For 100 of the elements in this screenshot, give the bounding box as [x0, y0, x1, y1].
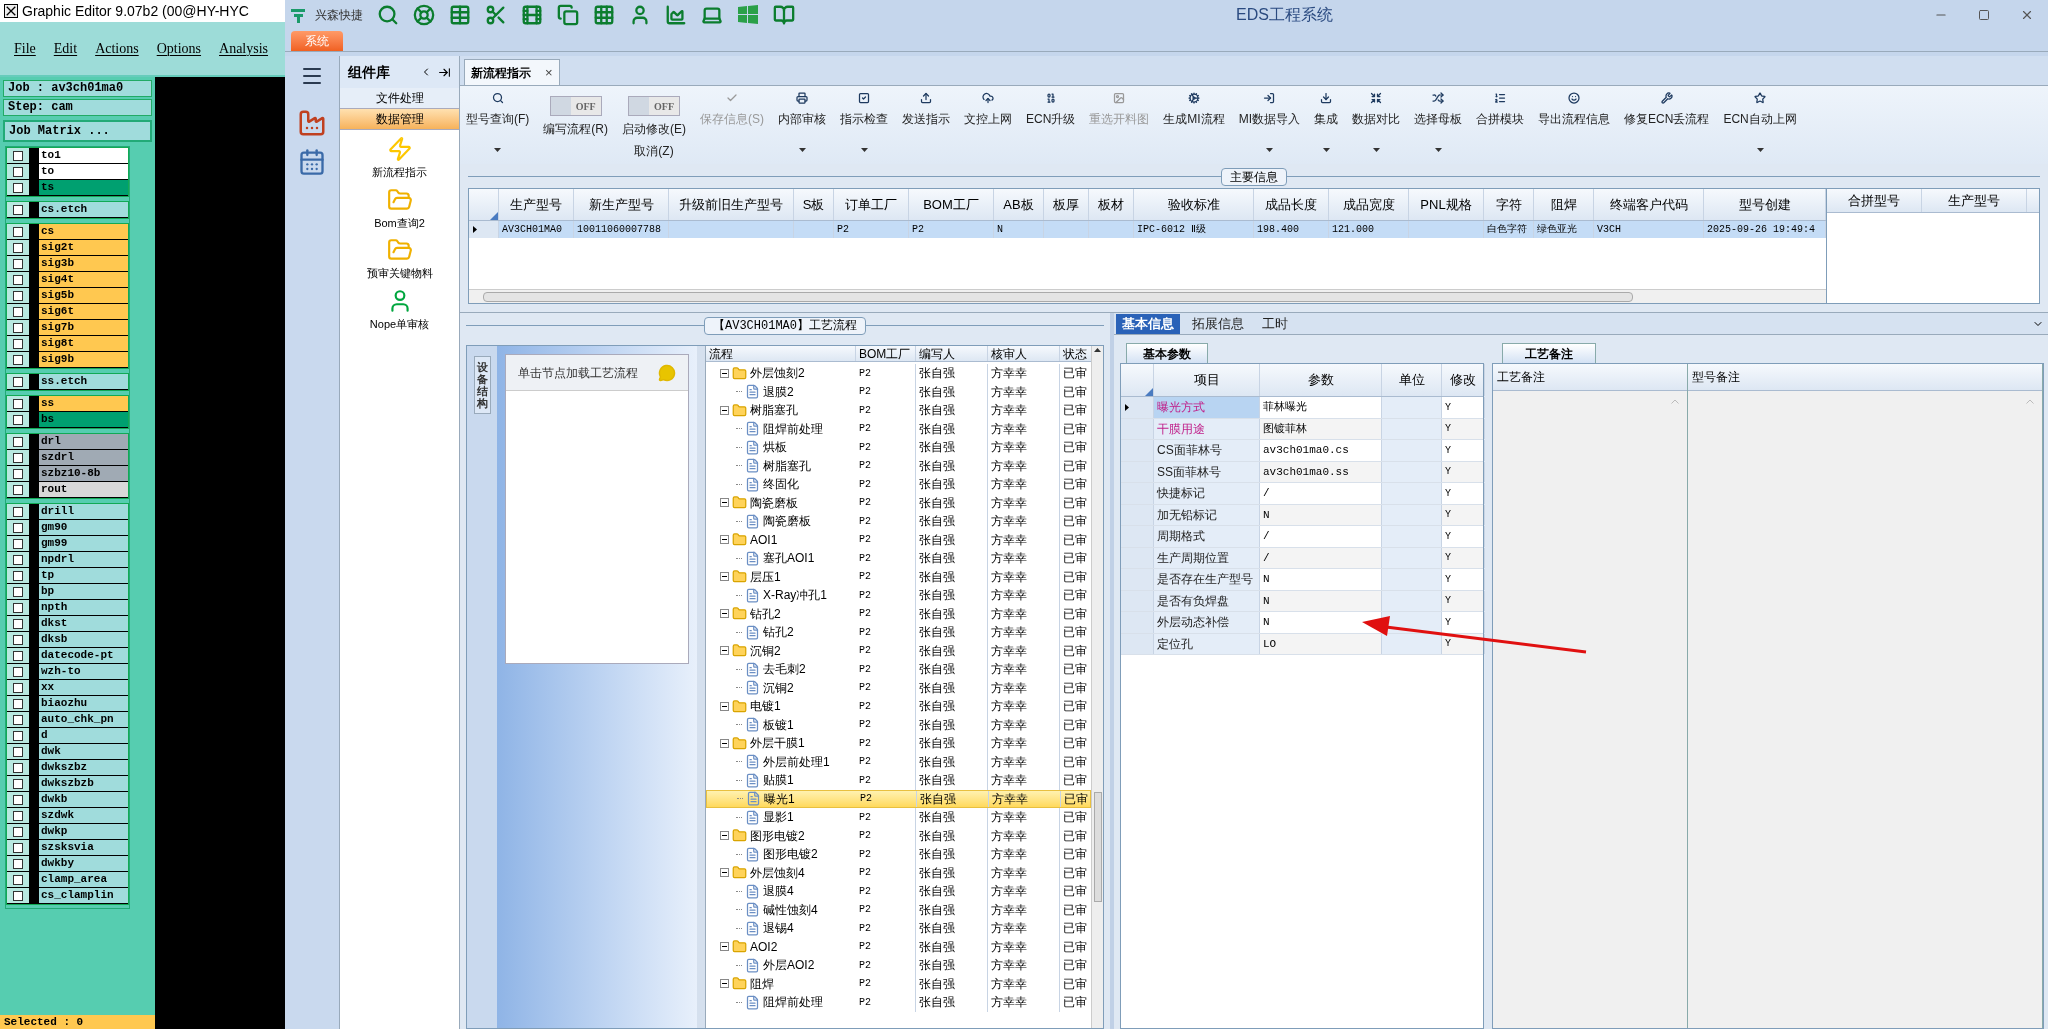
layer-checkbox[interactable]: [13, 204, 23, 215]
toolbar-button[interactable]: 文控上网: [964, 92, 1012, 138]
table-row[interactable]: 曝光方式 菲林曝光 Y: [1121, 397, 1483, 419]
layer-checkbox[interactable]: [13, 290, 23, 301]
layer-checkbox[interactable]: [13, 414, 23, 425]
maximize-icon[interactable]: [1978, 9, 1990, 21]
layer-name[interactable]: sig8t: [39, 336, 128, 351]
layer-name[interactable]: drl: [39, 434, 128, 449]
layer-checkbox[interactable]: [13, 826, 23, 837]
layer-checkbox[interactable]: [13, 306, 23, 317]
layer-name[interactable]: cs: [39, 224, 128, 239]
layer-checkbox[interactable]: [13, 150, 23, 161]
layer-checkbox[interactable]: [13, 258, 23, 269]
factory-icon[interactable]: [297, 108, 327, 138]
layer-name[interactable]: sig2t: [39, 240, 128, 255]
toggle-switch[interactable]: OFF: [628, 96, 680, 116]
layer-name[interactable]: rout: [39, 482, 128, 497]
collapse-icon[interactable]: [720, 646, 729, 656]
layer-checkbox[interactable]: [13, 182, 23, 193]
close-icon[interactable]: [2020, 8, 2034, 22]
layer-name[interactable]: gm99: [39, 536, 128, 551]
layer-checkbox[interactable]: [13, 522, 23, 533]
layer-name[interactable]: bs: [39, 412, 128, 427]
film-icon[interactable]: [521, 4, 543, 26]
layer-checkbox[interactable]: [13, 452, 23, 463]
area-chart-icon[interactable]: [665, 4, 687, 26]
toolbar-button[interactable]: 选择母板: [1414, 92, 1463, 152]
collapse-icon[interactable]: [720, 942, 729, 952]
table-row[interactable]: 是否存在生产型号 N Y: [1121, 569, 1483, 591]
layer-name[interactable]: tp: [39, 568, 128, 583]
collapse-icon[interactable]: [720, 701, 729, 711]
laptop-icon[interactable]: [701, 4, 723, 26]
layer-name[interactable]: dwkb: [39, 792, 128, 807]
table-row[interactable]: 周期格式 / Y: [1121, 526, 1483, 548]
layer-name[interactable]: clamp_area: [39, 872, 128, 887]
layer-checkbox[interactable]: [13, 794, 23, 805]
toolbar-button[interactable]: ECN自动上网: [1723, 92, 1797, 152]
layer-name[interactable]: ss: [39, 396, 128, 411]
toolbar-button[interactable]: MI数据导入: [1238, 92, 1301, 152]
layer-checkbox[interactable]: [13, 874, 23, 885]
layer-checkbox[interactable]: [13, 242, 23, 253]
layer-name[interactable]: npth: [39, 600, 128, 615]
layer-checkbox[interactable]: [13, 506, 23, 517]
library-item[interactable]: Bom查询2: [340, 186, 459, 231]
collapse-icon[interactable]: [720, 535, 729, 545]
layer-checkbox[interactable]: [13, 226, 23, 237]
layer-name[interactable]: szdrl: [39, 450, 128, 465]
layer-checkbox[interactable]: [13, 762, 23, 773]
toolbar-button[interactable]: 合拼模块: [1476, 92, 1525, 138]
layer-checkbox[interactable]: [13, 842, 23, 853]
layer-name[interactable]: sig3b: [39, 256, 128, 271]
layer-name[interactable]: ts: [39, 180, 128, 195]
library-item[interactable]: Nope单审核: [340, 287, 459, 332]
toolbar-button[interactable]: 集成: [1314, 92, 1339, 152]
layer-checkbox[interactable]: [13, 634, 23, 645]
layer-name[interactable]: drill: [39, 504, 128, 519]
table-row[interactable]: 干膜用途 图镀菲林 Y: [1121, 418, 1483, 440]
toolbar-button[interactable]: 导出流程信息: [1538, 92, 1611, 138]
layer-checkbox[interactable]: [13, 698, 23, 709]
layer-checkbox[interactable]: [13, 666, 23, 677]
scroll-thumb[interactable]: [1093, 792, 1102, 902]
collapse-icon[interactable]: [720, 405, 729, 415]
toolbar-button[interactable]: 内部审核: [778, 92, 826, 152]
layer-name[interactable]: sig9b: [39, 352, 128, 367]
tab[interactable]: 基本信息: [1116, 314, 1180, 334]
toolbar-button[interactable]: 型号查询(F): [466, 92, 530, 152]
scissors-icon[interactable]: [485, 4, 507, 26]
layer-checkbox[interactable]: [13, 398, 23, 409]
layer-checkbox[interactable]: [13, 618, 23, 629]
lifebuoy-icon[interactable]: [413, 4, 435, 26]
layer-checkbox[interactable]: [13, 376, 23, 387]
collapse-icon[interactable]: [720, 868, 729, 878]
layer-checkbox[interactable]: [13, 650, 23, 661]
layer-name[interactable]: gm90: [39, 520, 128, 535]
layer-name[interactable]: szdwk: [39, 808, 128, 823]
toolbar-label[interactable]: 启动修改(E): [622, 120, 686, 138]
layer-checkbox[interactable]: [13, 436, 23, 447]
layer-name[interactable]: sig5b: [39, 288, 128, 303]
layer-name[interactable]: d: [39, 728, 128, 743]
calendar-icon[interactable]: [298, 148, 326, 176]
scroll-up-icon[interactable]: [1094, 348, 1101, 352]
layer-name[interactable]: dwk: [39, 744, 128, 759]
table-row[interactable]: 加无铅标记 N Y: [1121, 504, 1483, 526]
table-row[interactable]: CS面菲林号 av3ch01ma0.cs Y: [1121, 440, 1483, 462]
layer-name[interactable]: biaozhu: [39, 696, 128, 711]
collapse-icon[interactable]: [720, 572, 729, 582]
menu-item[interactable]: File: [14, 38, 36, 59]
layer-checkbox[interactable]: [13, 322, 23, 333]
library-item[interactable]: 新流程指示: [340, 136, 459, 181]
table-row[interactable]: AV3CH01MA0 10011060007788 P2 P2 N IPC-6012 Ⅱ级 198.400 121.000 白色字符 绿色亚光 V3CH 2025-09-26 19:49:4: [469, 221, 1826, 238]
layer-name[interactable]: ss.etch: [39, 374, 128, 389]
layer-checkbox[interactable]: [13, 274, 23, 285]
close-icon[interactable]: ×: [545, 62, 553, 83]
book-icon[interactable]: [773, 4, 795, 26]
layer-name[interactable]: cs.etch: [39, 202, 128, 217]
job-matrix-button[interactable]: Job Matrix ...: [3, 120, 152, 142]
collapse-icon[interactable]: [720, 609, 729, 619]
layer-name[interactable]: datecode-pt: [39, 648, 128, 663]
layer-checkbox[interactable]: [13, 554, 23, 565]
layer-checkbox[interactable]: [13, 538, 23, 549]
